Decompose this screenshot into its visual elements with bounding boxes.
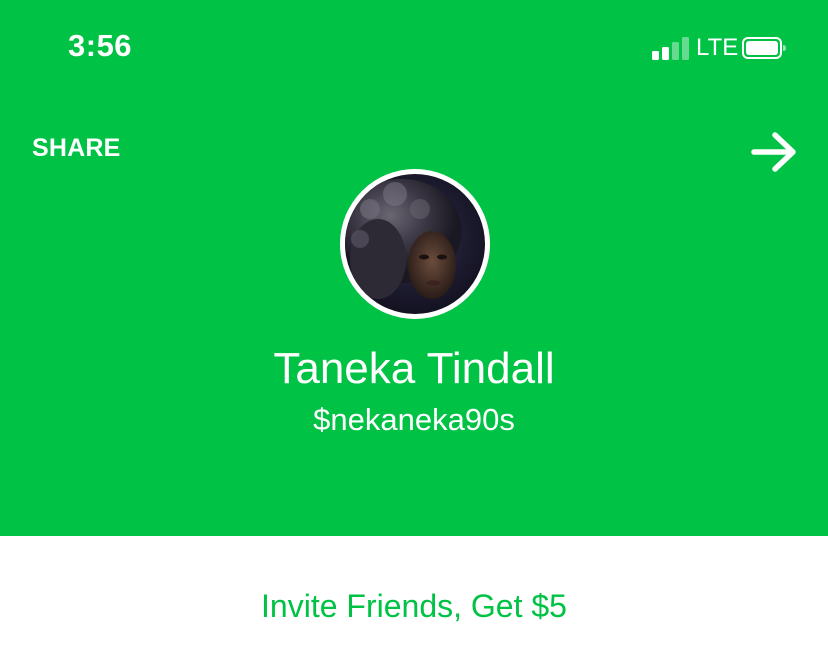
signal-bar xyxy=(662,47,669,60)
status-time: 3:56 xyxy=(68,28,133,63)
avatar[interactable] xyxy=(340,169,490,319)
profile-cashtag: $nekaneka90s xyxy=(313,402,515,437)
profile-screen: 3:56 LTE SHARE Taneka Tindall $nekaneka9… xyxy=(0,0,828,672)
profile-header: 3:56 LTE SHARE Taneka Tindall $nekaneka9… xyxy=(0,0,828,536)
status-bar: 3:56 LTE xyxy=(0,0,828,96)
invite-friends-link[interactable]: Invite Friends, Get $5 xyxy=(0,588,828,625)
battery-icon xyxy=(742,37,786,59)
signal-strength-icon xyxy=(652,36,690,60)
arrow-right-icon[interactable] xyxy=(748,128,800,176)
share-button[interactable]: SHARE xyxy=(32,134,121,163)
avatar-photo xyxy=(340,169,490,319)
signal-bar xyxy=(672,42,679,60)
signal-bar xyxy=(682,37,689,60)
signal-bar xyxy=(652,51,659,60)
profile-name: Taneka Tindall xyxy=(273,344,555,393)
network-type: LTE xyxy=(696,34,739,61)
